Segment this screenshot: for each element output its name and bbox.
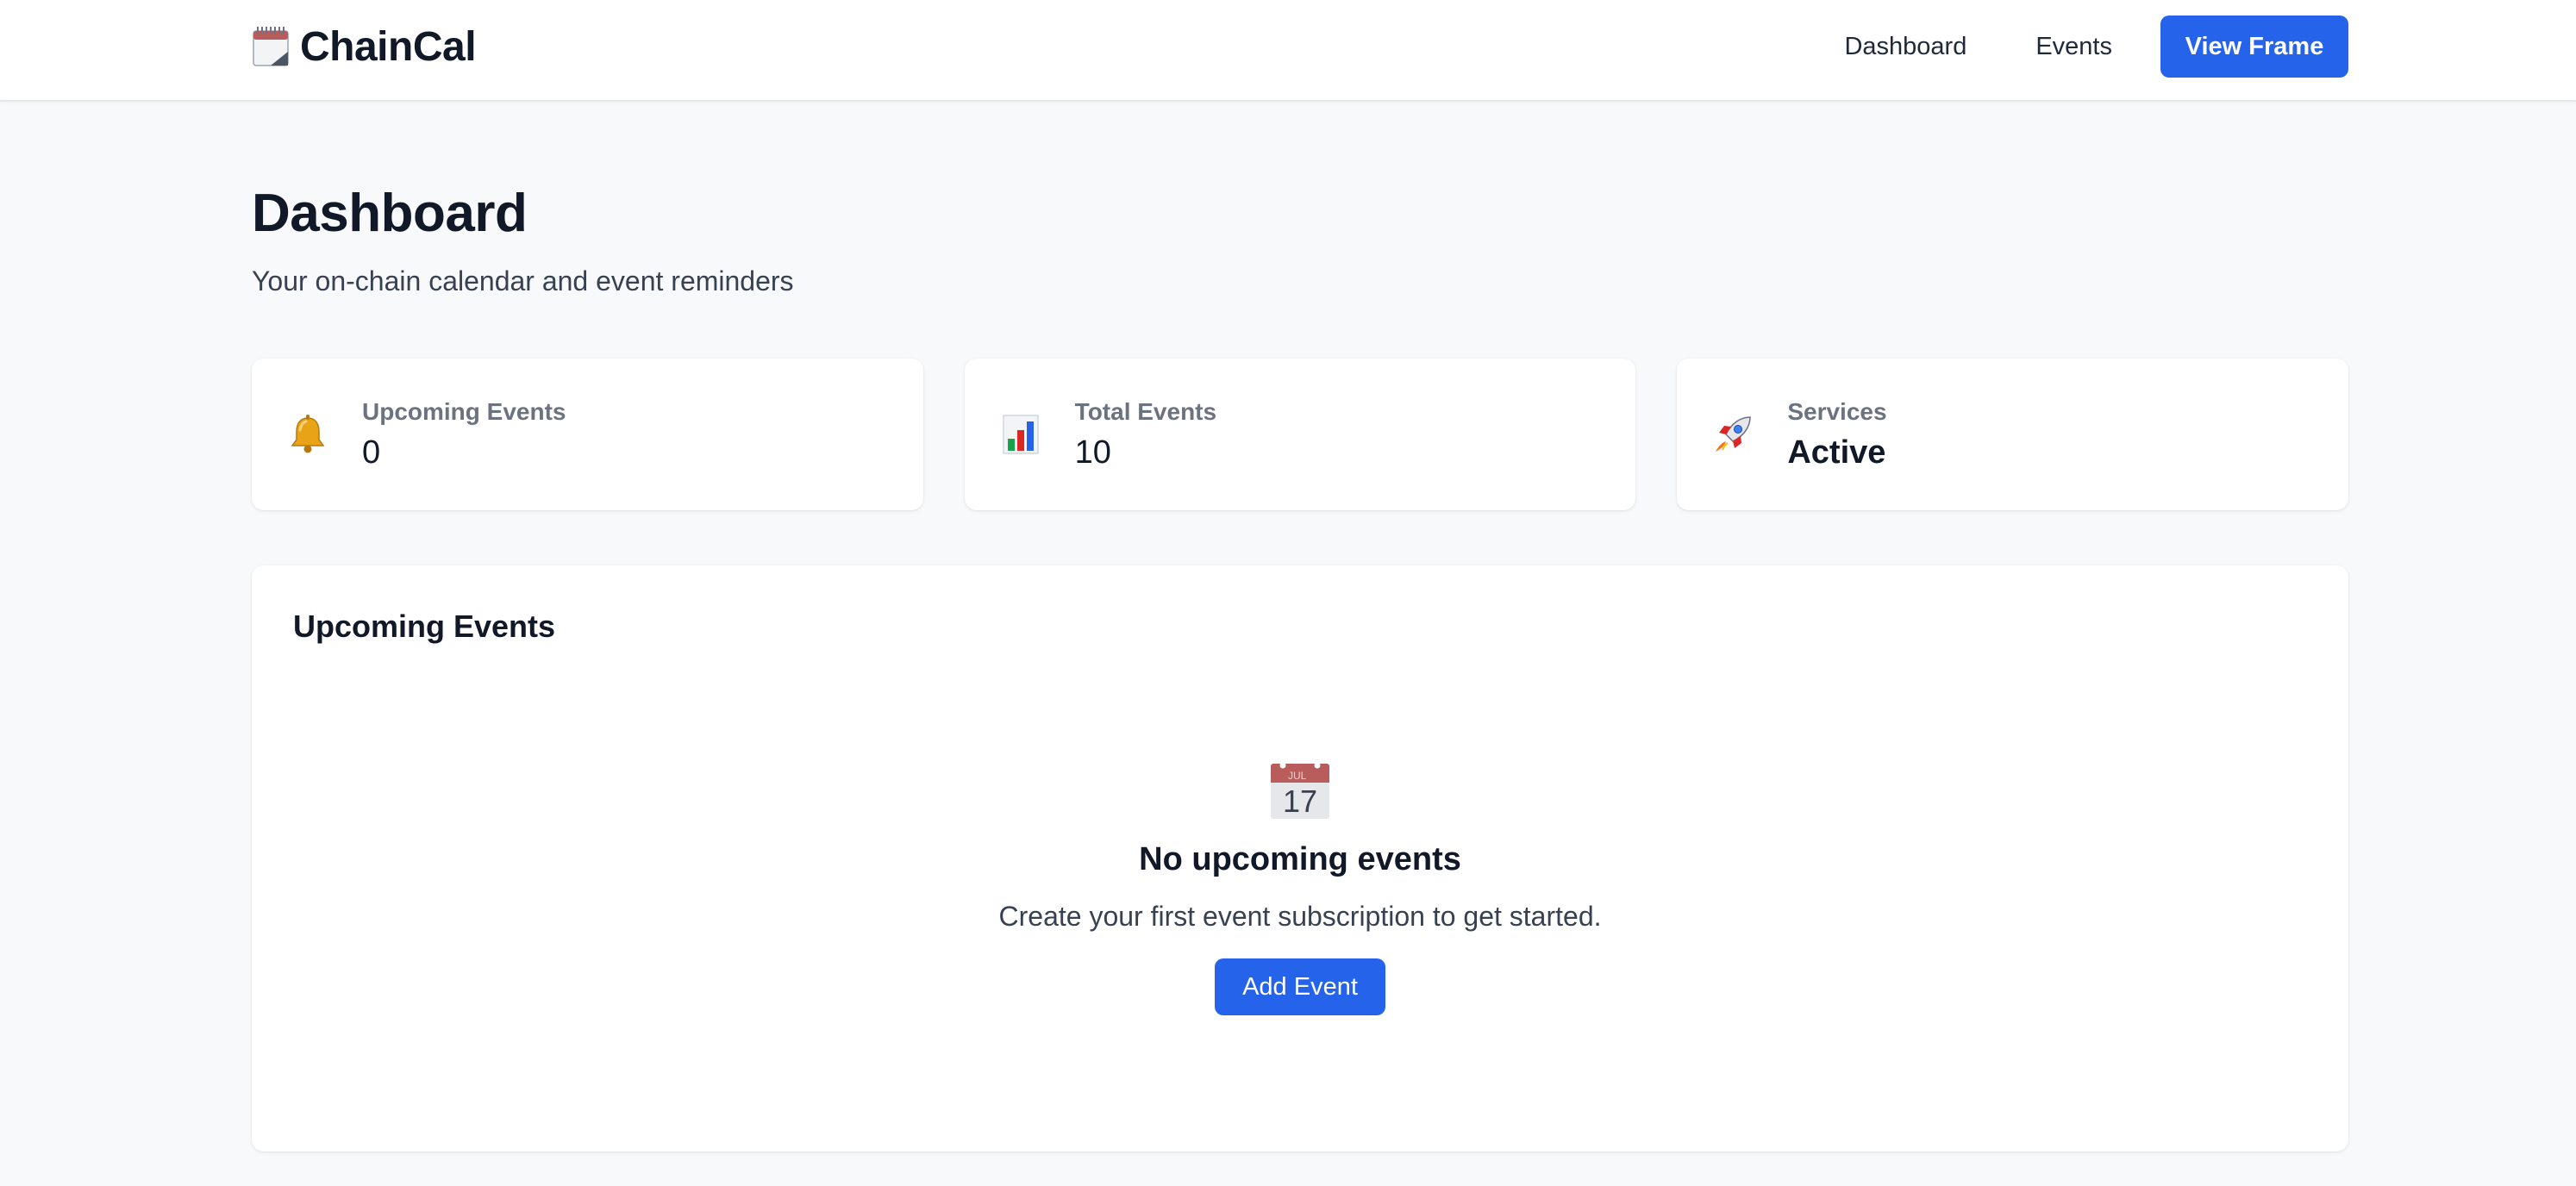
- bell-icon: [284, 411, 331, 458]
- stat-label: Services: [1787, 397, 1887, 425]
- brand-logo[interactable]: ChainCal: [252, 22, 477, 71]
- panel-title: Upcoming Events: [293, 609, 556, 644]
- calendar-day: 17: [1283, 783, 1317, 819]
- calendar-month: JUL: [1288, 770, 1307, 782]
- page-title: Dashboard: [252, 184, 528, 243]
- nav-dashboard[interactable]: Dashboard: [1844, 33, 1966, 61]
- spiral-calendar-icon: [252, 26, 290, 67]
- rocket-icon: [1710, 411, 1756, 458]
- stat-value-total: 10: [1074, 434, 1111, 471]
- stat-card-upcoming: Upcoming Events 0: [252, 359, 923, 510]
- main-nav: Dashboard Events View Frame: [1844, 16, 2348, 78]
- stat-value-upcoming: 0: [362, 434, 381, 471]
- stat-label: Upcoming Events: [362, 397, 566, 425]
- add-event-button[interactable]: Add Event: [1215, 958, 1385, 1015]
- empty-title: No upcoming events: [1139, 841, 1461, 877]
- bar-chart-icon: [997, 411, 1044, 458]
- stats-row: Upcoming Events 0 Total Events 10 Servic…: [252, 359, 2349, 510]
- empty-text: Create your first event subscription to …: [998, 901, 1602, 932]
- calendar-icon: JUL 17: [1267, 757, 1333, 822]
- stat-value-services: Active: [1787, 434, 1886, 471]
- upcoming-events-panel: Upcoming Events JUL 17 No upcoming event…: [252, 565, 2348, 1152]
- nav-events[interactable]: Events: [2035, 33, 2112, 61]
- stat-card-services: Services Active: [1677, 359, 2349, 510]
- view-frame-button[interactable]: View Frame: [2160, 16, 2348, 78]
- page-subtitle: Your on-chain calendar and event reminde…: [252, 265, 794, 296]
- stat-card-total: Total Events 10: [964, 359, 1636, 510]
- brand-name: ChainCal: [300, 23, 477, 70]
- top-nav-bar: ChainCal Dashboard Events View Frame: [0, 0, 2576, 102]
- empty-state: JUL 17 No upcoming events Create your fi…: [252, 757, 2348, 1015]
- stat-label: Total Events: [1074, 397, 1217, 425]
